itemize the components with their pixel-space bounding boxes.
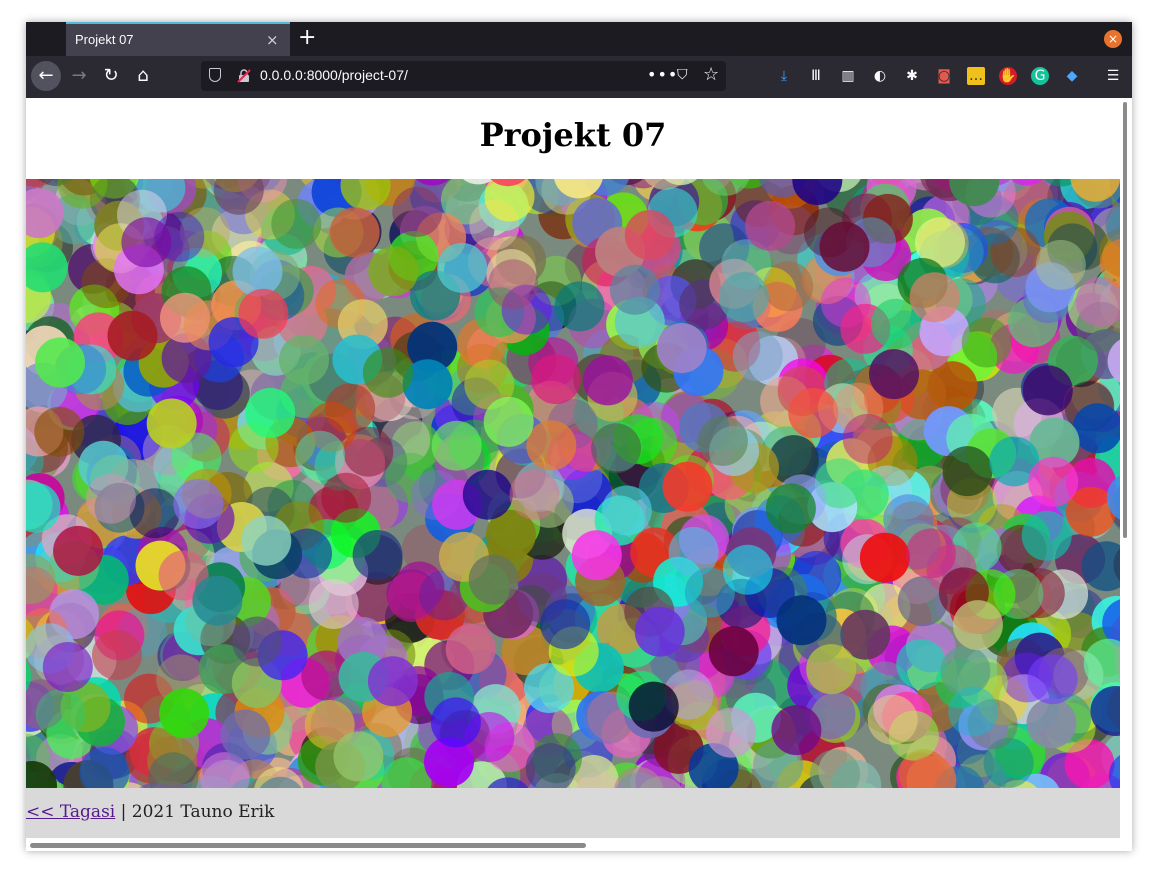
reload-button[interactable]: ↻ [96, 61, 126, 91]
url-text[interactable]: 0.0.0.0:8000/project-07/ [260, 67, 408, 83]
privacy-badger-icon[interactable]: ◐ [871, 67, 889, 85]
pocket-icon[interactable]: ⛉ [677, 67, 688, 83]
tab-bar: Projekt 07 × + × [26, 22, 1132, 56]
gem-icon[interactable]: ◆ [1063, 67, 1081, 85]
tab-close-icon[interactable]: × [266, 31, 279, 49]
horizontal-scrollbar[interactable] [30, 843, 586, 848]
browser-window: Projekt 07 × + × ← → ↻ ⌂ 0.0.0.0:8000/pr… [26, 22, 1132, 851]
tab-projekt-07[interactable]: Projekt 07 × [66, 22, 290, 56]
github-icon[interactable]: ✱ [903, 67, 921, 85]
menu-icon[interactable]: ☰ [1104, 67, 1122, 85]
download-icon[interactable]: ⤓ [775, 67, 793, 85]
sticky-note-icon[interactable]: … [967, 67, 985, 85]
screenshot-icon[interactable]: ◙ [935, 67, 953, 85]
ublock-icon[interactable]: ✋ [999, 67, 1017, 85]
navigation-toolbar: ← → ↻ ⌂ 0.0.0.0:8000/project-07/ ••• ⛉ ☆… [26, 56, 1132, 98]
vertical-scrollbar-track [1120, 98, 1132, 851]
vertical-scrollbar[interactable] [1123, 102, 1127, 538]
window-close-button[interactable]: × [1104, 30, 1122, 48]
footer-copyright: | 2021 Tauno Erik [115, 802, 275, 822]
page-content: Projekt 07 << Tagasi | 2021 Tauno Erik [26, 98, 1132, 851]
address-bar[interactable]: 0.0.0.0:8000/project-07/ ••• ⛉ ☆ [201, 61, 726, 91]
sidebar-icon[interactable]: ▥ [839, 67, 857, 85]
back-link[interactable]: << Tagasi [26, 802, 115, 822]
tracking-protection-icon[interactable] [209, 68, 221, 82]
home-button[interactable]: ⌂ [128, 61, 158, 91]
new-tab-button[interactable]: + [298, 25, 316, 50]
page-title: Projekt 07 [479, 116, 667, 154]
insecure-lock-icon[interactable] [237, 69, 251, 83]
tab-title: Projekt 07 [75, 32, 134, 47]
bookmark-star-icon[interactable]: ☆ [703, 64, 719, 85]
library-icon[interactable]: Ⅲ [807, 67, 825, 85]
grammarly-icon[interactable]: G [1031, 67, 1049, 85]
horizontal-scrollbar-track [26, 838, 1120, 851]
footer: << Tagasi | 2021 Tauno Erik [26, 788, 1120, 838]
back-button[interactable]: ← [31, 61, 61, 91]
page-actions-icon[interactable]: ••• [647, 65, 678, 84]
forward-button[interactable]: → [64, 61, 94, 91]
generative-art-canvas [26, 179, 1120, 788]
